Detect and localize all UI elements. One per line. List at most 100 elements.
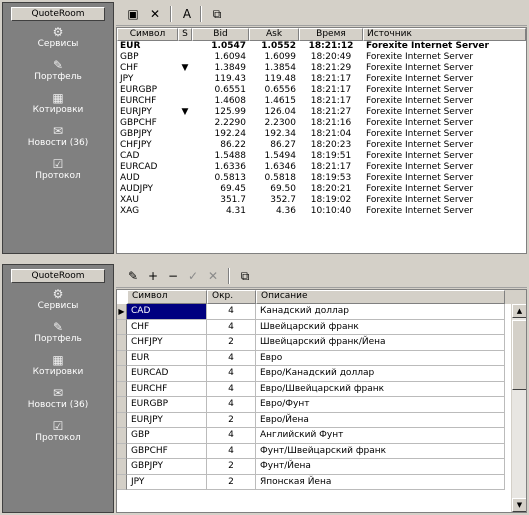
table-row[interactable]: AUD 0.5813 0.5818 18:19:53 Forexite Internet… (117, 173, 526, 184)
table-row[interactable]: EUR 4 Евро (117, 350, 526, 366)
scroll-down-button[interactable]: ▼ (512, 498, 526, 512)
rounding-cell[interactable]: 2 (207, 335, 256, 351)
sidebar-item-portfolio[interactable]: ✎ Портфель (3, 58, 113, 88)
rounding-cell[interactable]: 4 (207, 304, 256, 320)
table-row[interactable]: EURCHF 4 Евро/Швейцарский франк (117, 381, 526, 397)
table-row[interactable]: GBPJPY 192.24 192.34 18:21:04 Forexite Inter… (117, 129, 526, 140)
table-row[interactable]: ▶ CAD 4 Канадский доллар (117, 304, 526, 320)
rounding-cell[interactable]: 4 (207, 428, 256, 444)
sidebar-item-quotes[interactable]: ▦ Котировки (3, 91, 113, 121)
apply-button[interactable]: ✓ (184, 268, 202, 284)
table-row[interactable]: CHFJPY 2 Швейцарский франк/Йена (117, 335, 526, 351)
column-source[interactable]: Источник (363, 28, 526, 41)
sidebar-item-quotes[interactable]: ▦ Котировки (3, 353, 113, 383)
column-description[interactable]: Описание (256, 290, 505, 304)
vertical-scrollbar[interactable]: ▲ ▼ (511, 304, 526, 512)
column-symbol[interactable]: Символ (127, 290, 207, 304)
table-row[interactable]: GBP 4 Английский Фунт (117, 428, 526, 444)
description-cell[interactable]: Швейцарский франк (256, 319, 505, 335)
sidebar-item-portfolio[interactable]: ✎ Портфель (3, 320, 113, 350)
column-symbol[interactable]: Символ (117, 28, 178, 41)
rounding-cell[interactable]: 4 (207, 381, 256, 397)
symbol-cell[interactable]: EURCAD (127, 366, 207, 382)
symbol-cell[interactable]: CHFJPY (127, 335, 207, 351)
description-cell[interactable]: Английский Фунт (256, 428, 505, 444)
column-bid[interactable]: Bid (192, 28, 249, 41)
table-row[interactable]: EURGBP 0.6551 0.6556 18:21:17 Forexite Inter… (117, 85, 526, 96)
table-row[interactable]: CHF ▼ 1.3849 1.3854 18:21:29 Forexite Interne… (117, 63, 526, 74)
symbol-cell[interactable]: EURGBP (127, 397, 207, 413)
time-cell: 18:21:12 (308, 41, 354, 51)
rounding-cell[interactable]: 2 (207, 412, 256, 428)
rounding-cell[interactable]: 2 (207, 459, 256, 475)
table-row[interactable]: XAU 351.7 352.7 18:19:02 Forexite Internet S… (117, 195, 526, 206)
table-row[interactable]: GBPJPY 2 Фунт/Йена (117, 459, 526, 475)
description-cell[interactable]: Фунт/Йена (256, 459, 505, 475)
remove-button[interactable]: − (164, 268, 182, 284)
symbol-cell[interactable]: GBPJPY (127, 459, 207, 475)
column-ask[interactable]: Ask (249, 28, 299, 41)
sidebar-item-services[interactable]: ⚙ Сервисы (3, 25, 113, 55)
close-button[interactable]: ✕ (146, 6, 164, 22)
column-direction[interactable]: Ѕ (178, 28, 192, 41)
description-cell[interactable]: Фунт/Швейцарский франк (256, 443, 505, 459)
font-button[interactable]: A (178, 6, 196, 22)
sidebar-item-log[interactable]: ☑ Протокол (3, 419, 113, 449)
sidebar-item-log[interactable]: ☑ Протокол (3, 157, 113, 187)
description-cell[interactable]: Евро/Фунт (256, 397, 505, 413)
sidebar-title[interactable]: QuoteRoom (11, 7, 105, 21)
description-cell[interactable]: Евро/Швейцарский франк (256, 381, 505, 397)
table-row[interactable]: EURCAD 1.6336 1.6346 18:21:17 Forexite Inter… (117, 162, 526, 173)
sidebar-item-news[interactable]: ✉ Новости (36) (3, 386, 113, 416)
table-row[interactable]: CAD 1.5488 1.5494 18:19:51 Forexite Internet… (117, 151, 526, 162)
sidebar-item-news[interactable]: ✉ Новости (36) (3, 124, 113, 154)
cancel-button[interactable]: ✕ (204, 268, 222, 284)
symbol-cell[interactable]: JPY (127, 474, 207, 490)
symbol-cell[interactable]: EURJPY (127, 412, 207, 428)
table-row[interactable]: JPY 119.43 119.48 18:21:17 Forexite Internet… (117, 74, 526, 85)
table-row[interactable]: XAG 4.31 4.36 10:10:40 Forexite Internet Ser… (117, 206, 526, 217)
scroll-thumb[interactable] (512, 320, 526, 390)
description-cell[interactable]: Евро (256, 350, 505, 366)
table-row[interactable]: GBPCHF 2.2290 2.2300 18:21:16 Forexite Inter… (117, 118, 526, 129)
table-row[interactable]: AUDJPY 69.45 69.50 18:20:21 Forexite Interne… (117, 184, 526, 195)
sidebar-item-services[interactable]: ⚙ Сервисы (3, 287, 113, 317)
column-time[interactable]: Время (299, 28, 363, 41)
table-row[interactable]: JPY 2 Японская Йена (117, 474, 526, 490)
add-button[interactable]: + (144, 268, 162, 284)
rounding-cell[interactable]: 4 (207, 443, 256, 459)
table-row[interactable]: GBP 1.6094 1.6099 18:20:49 Forexite Internet… (117, 52, 526, 63)
properties-button[interactable]: ▣ (124, 6, 142, 22)
edit-button[interactable]: ✎ (124, 268, 142, 284)
symbol-cell[interactable]: CAD (127, 304, 207, 320)
symbol-cell[interactable]: CHF (127, 319, 207, 335)
table-row[interactable]: EURCAD 4 Евро/Канадский доллар (117, 366, 526, 382)
description-cell[interactable]: Канадский доллар (256, 304, 505, 320)
rounding-cell[interactable]: 4 (207, 366, 256, 382)
rounding-cell[interactable]: 4 (207, 397, 256, 413)
table-row[interactable]: EURCHF 1.4608 1.4615 18:21:17 Forexite Inter… (117, 96, 526, 107)
column-rounding[interactable]: Окр. (207, 290, 256, 304)
table-row[interactable]: EURGBP 4 Евро/Фунт (117, 397, 526, 413)
table-row[interactable]: EUR 1.0547 1.0552 18:21:12 Forexite Internet… (117, 41, 526, 52)
table-row[interactable]: CHF 4 Швейцарский франк (117, 319, 526, 335)
scroll-up-button[interactable]: ▲ (512, 304, 526, 318)
sidebar-title[interactable]: QuoteRoom (11, 269, 105, 283)
description-cell[interactable]: Евро/Йена (256, 412, 505, 428)
table-row[interactable]: CHFJPY 86.22 86.27 18:20:23 Forexite Interne… (117, 140, 526, 151)
symbol-cell[interactable]: GBPCHF (127, 443, 207, 459)
symbol-cell[interactable]: GBP (127, 428, 207, 444)
description-cell[interactable]: Швейцарский франк/Йена (256, 335, 505, 351)
rounding-cell[interactable]: 4 (207, 350, 256, 366)
table-row[interactable]: EURJPY ▼ 125.99 126.04 18:21:27 Forexite Inte… (117, 107, 526, 118)
description-cell[interactable]: Евро/Канадский доллар (256, 366, 505, 382)
table-row[interactable]: GBPCHF 4 Фунт/Швейцарский франк (117, 443, 526, 459)
description-cell[interactable]: Японская Йена (256, 474, 505, 490)
symbol-cell[interactable]: EURCHF (127, 381, 207, 397)
windows-button[interactable]: ⧉ (236, 268, 254, 284)
windows-button[interactable]: ⧉ (208, 6, 226, 22)
rounding-cell[interactable]: 2 (207, 474, 256, 490)
table-row[interactable]: EURJPY 2 Евро/Йена (117, 412, 526, 428)
rounding-cell[interactable]: 4 (207, 319, 256, 335)
symbol-cell[interactable]: EUR (127, 350, 207, 366)
